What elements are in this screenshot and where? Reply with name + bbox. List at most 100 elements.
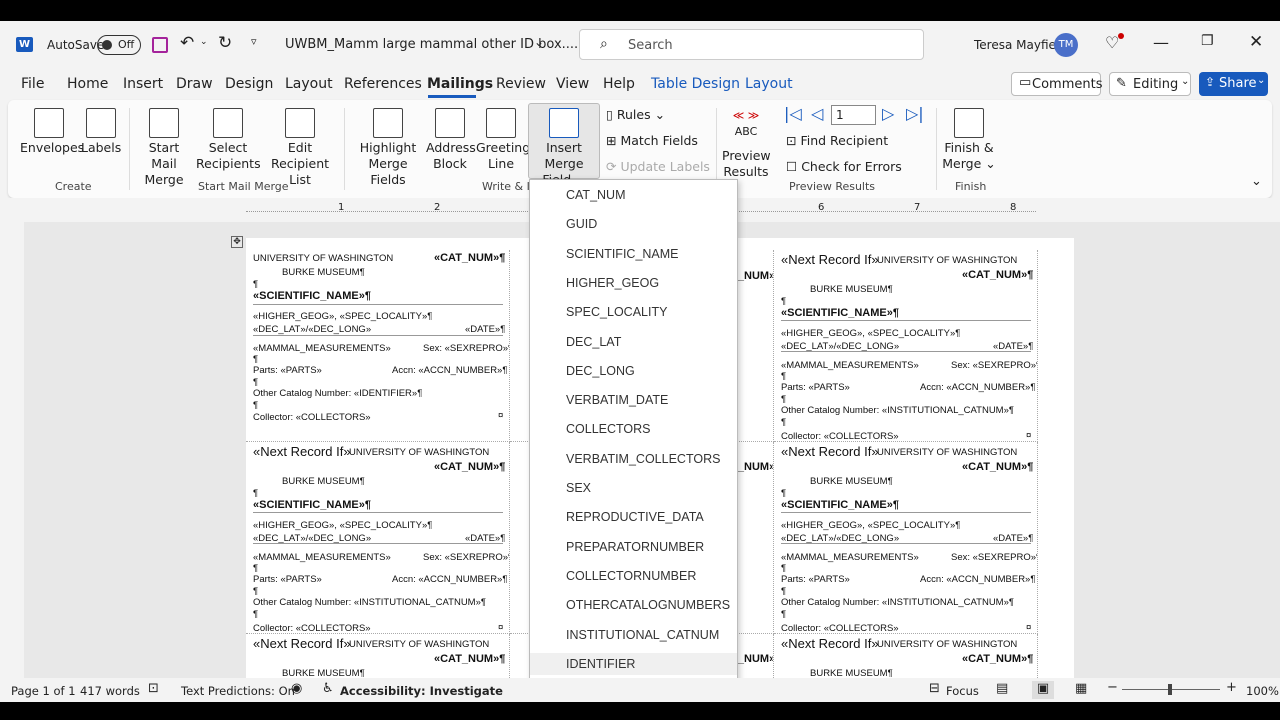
close-icon[interactable]: ✕ xyxy=(1249,32,1263,52)
merge-field-item[interactable]: SPEC_LOCALITY xyxy=(566,305,667,319)
read-mode-icon[interactable]: ▤ xyxy=(996,681,1008,696)
zoom-in-icon[interactable]: + xyxy=(1226,680,1237,695)
merge-field-item[interactable]: REPRODUCTIVE_DATA xyxy=(566,510,704,524)
insert-merge-field-button[interactable]: Insert Merge Field ⌄ xyxy=(528,103,600,187)
zoom-slider-thumb[interactable] xyxy=(1168,684,1172,695)
undo-dropdown-icon[interactable]: ⌄ xyxy=(200,37,208,47)
autosave-label: AutoSave xyxy=(47,38,105,52)
insert-field-icon xyxy=(549,108,579,138)
title-chevron-icon[interactable]: ⌄ xyxy=(534,35,544,49)
tab-table-layout[interactable]: Layout xyxy=(745,76,793,92)
save-icon[interactable] xyxy=(152,37,168,53)
check-errors-button[interactable]: ☐ Check for Errors xyxy=(786,159,902,174)
merge-field-item[interactable]: COLLECTORS xyxy=(566,422,651,436)
tab-table-design[interactable]: Table Design xyxy=(651,76,740,92)
preview-results-button[interactable]: ≪ ≫ ABC Preview Results xyxy=(722,108,771,180)
merge-field-item[interactable]: VERBATIM_COLLECTORS xyxy=(566,452,720,466)
table-move-handle-icon[interactable]: ✥ xyxy=(231,236,243,248)
rules-button[interactable]: ▯ Rules ⌄ xyxy=(606,107,665,122)
focus-mode-icon[interactable]: ◉ xyxy=(291,681,302,696)
merge-field-item[interactable]: VERBATIM_DATE xyxy=(566,393,668,407)
page-count[interactable]: Page 1 of 1 xyxy=(11,684,76,698)
merge-field-item[interactable]: DEC_LAT xyxy=(566,335,621,349)
first-record-icon[interactable]: |◁ xyxy=(784,104,802,123)
previous-record-icon[interactable]: ◁ xyxy=(811,104,823,123)
tab-review[interactable]: Review xyxy=(496,76,546,92)
redo-icon[interactable]: ↻ xyxy=(218,33,232,53)
tab-file[interactable]: File xyxy=(21,76,44,92)
edit-recipient-list-button[interactable]: Edit Recipient List xyxy=(263,108,337,188)
zoom-out-icon[interactable]: − xyxy=(1107,680,1118,695)
start-mail-merge-button[interactable]: Start Mail Merge xyxy=(135,108,193,188)
label-cell[interactable]: «Next Record If» UNIVERSITY OF WASHINGTO… xyxy=(774,634,1038,678)
label-cell[interactable]: UNIVERSITY OF WASHINGTON «CAT_NUM»¶ BURK… xyxy=(246,250,510,442)
envelopes-button[interactable]: Envelopes xyxy=(20,108,84,156)
zoom-level[interactable]: 100% xyxy=(1246,684,1279,698)
minimize-icon[interactable]: — xyxy=(1153,33,1169,52)
label-cell[interactable]: «Next Record If» UNIVERSITY OF WASHINGTO… xyxy=(246,634,510,678)
tab-mailings[interactable]: Mailings xyxy=(427,76,493,92)
merge-field-item[interactable]: SCIENTIFIC_NAME xyxy=(566,247,679,261)
customize-toolbar-icon[interactable]: ▿ xyxy=(251,35,257,48)
tab-insert[interactable]: Insert xyxy=(123,76,163,92)
avatar[interactable]: TM xyxy=(1054,33,1078,57)
merge-field-item[interactable]: IDENTIFIER xyxy=(530,652,737,675)
editing-button[interactable]: ✎ Editing ⌄ xyxy=(1109,72,1191,96)
group-create-label: Create xyxy=(55,180,92,193)
word-count[interactable]: 417 words xyxy=(80,684,140,698)
share-button[interactable]: ⇪ Share ⌄ xyxy=(1199,72,1268,96)
tab-help[interactable]: Help xyxy=(603,76,635,92)
find-recipient-button[interactable]: ⊡ Find Recipient xyxy=(786,133,888,148)
address-block-icon xyxy=(435,108,465,138)
last-record-icon[interactable]: ▷| xyxy=(906,104,924,123)
merge-field-item[interactable]: SEX xyxy=(566,481,591,495)
merge-field-item[interactable]: CAT_NUM xyxy=(566,188,626,202)
tab-references[interactable]: References xyxy=(344,76,422,92)
edit-list-icon xyxy=(285,108,315,138)
merge-field-item[interactable]: GUID xyxy=(566,217,597,231)
finish-merge-button[interactable]: Finish & Merge ⌄ xyxy=(940,108,998,172)
search-box[interactable]: ⌕ Search xyxy=(579,29,924,60)
comments-button[interactable]: ▭ Comments xyxy=(1011,72,1102,96)
print-layout-icon[interactable]: ▣ xyxy=(1032,681,1054,699)
merge-field-item[interactable]: INSTITUTIONAL_CATNUM xyxy=(566,628,719,642)
record-number-input[interactable]: 1 xyxy=(831,105,876,125)
focus-button[interactable]: Focus xyxy=(946,684,979,698)
label-cell[interactable]: «Next Record If» UNIVERSITY OF WASHINGTO… xyxy=(246,442,510,634)
tab-draw[interactable]: Draw xyxy=(176,76,213,92)
update-labels-button[interactable]: ⟳ Update Labels xyxy=(606,159,710,174)
merge-field-item[interactable]: PREPARATORNUMBER xyxy=(566,540,704,554)
next-record-icon[interactable]: ▷ xyxy=(882,104,894,123)
tab-design[interactable]: Design xyxy=(225,76,273,92)
merge-field-item[interactable]: HIGHER_GEOG xyxy=(566,276,659,290)
web-layout-icon[interactable]: ▦ xyxy=(1075,681,1087,696)
text-predictions[interactable]: Text Predictions: On xyxy=(181,684,295,698)
tab-layout[interactable]: Layout xyxy=(285,76,333,92)
merge-field-item[interactable]: COLLECTORNUMBER xyxy=(566,569,696,583)
undo-icon[interactable]: ↶ xyxy=(180,33,194,53)
title-bar: W AutoSave Off ↶ ⌄ ↻ ▿ UWBM_Mamm large m… xyxy=(0,21,1280,68)
autosave-toggle[interactable]: Off xyxy=(97,35,141,55)
greeting-line-button[interactable]: Greeting Line xyxy=(476,108,530,172)
label-cell[interactable]: «Next Record If» UNIVERSITY OF WASHINGTO… xyxy=(774,250,1038,442)
tab-home[interactable]: Home xyxy=(67,76,108,92)
chevron-down-icon: ⌄ xyxy=(1257,75,1266,86)
address-block-button[interactable]: Address Block xyxy=(426,108,476,172)
focus-icon: ⊟ xyxy=(929,681,940,696)
select-recipients-button[interactable]: Select Recipients xyxy=(196,108,261,172)
proofing-icon[interactable]: ⊡ xyxy=(148,681,159,696)
label-cell[interactable]: «Next Record If» UNIVERSITY OF WASHINGTO… xyxy=(774,442,1038,634)
match-fields-button[interactable]: ⊞ Match Fields xyxy=(606,133,698,148)
tab-view[interactable]: View xyxy=(556,76,589,92)
collapse-ribbon-icon[interactable]: ⌄ xyxy=(1251,174,1262,189)
merge-field-item[interactable]: OTHERCATALOGNUMBERS xyxy=(566,598,730,612)
merge-field-item[interactable]: DEC_LONG xyxy=(566,364,635,378)
user-name: Teresa Mayfield xyxy=(974,38,1067,52)
restore-icon[interactable]: ❐ xyxy=(1201,33,1214,49)
recipients-icon xyxy=(213,108,243,138)
highlight-merge-fields-button[interactable]: Highlight Merge Fields xyxy=(352,108,424,188)
labels-icon xyxy=(86,108,116,138)
accessibility-status[interactable]: Accessibility: Investigate xyxy=(340,684,503,698)
labels-button[interactable]: Labels xyxy=(81,108,121,156)
highlight-icon xyxy=(373,108,403,138)
